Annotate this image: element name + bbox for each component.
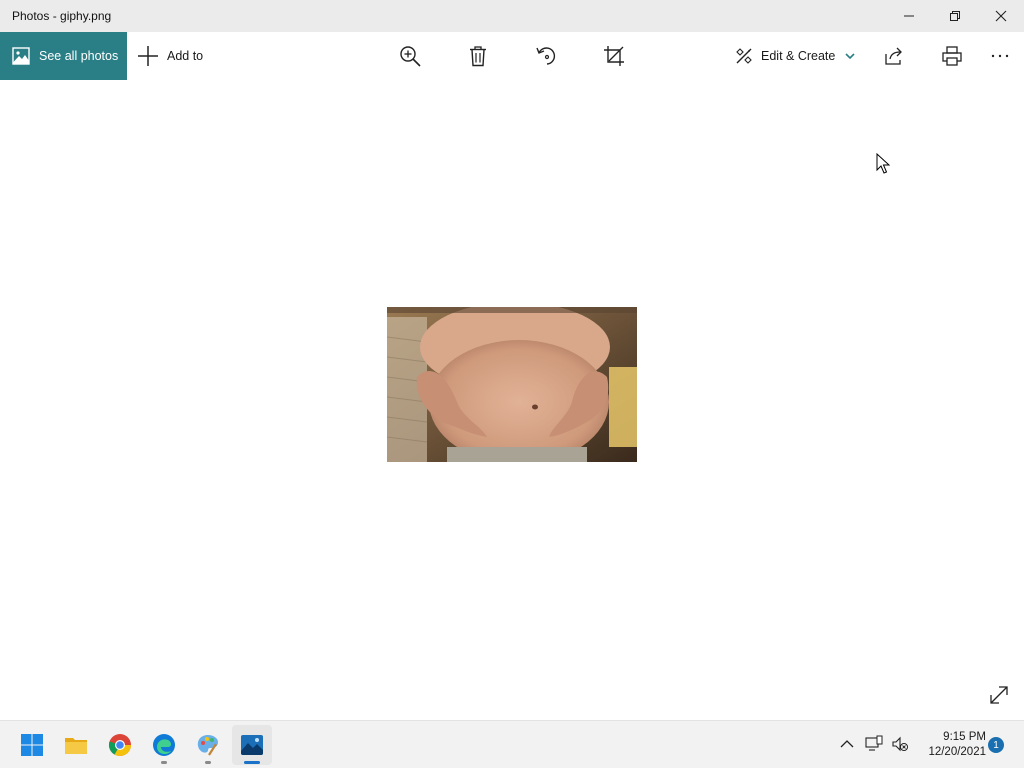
expand-icon[interactable] [988,684,1010,706]
more-options-button[interactable] [988,44,1012,68]
window-title: Photos - giphy.png [12,9,112,23]
edge-icon [153,734,175,756]
edit-create-label: Edit & Create [761,49,836,63]
active-indicator [244,761,260,764]
chrome-icon [108,734,131,756]
delete-button[interactable] [466,44,490,68]
system-clock[interactable]: 9:15 PM 12/20/2021 [918,730,986,760]
print-icon [942,46,962,66]
chevron-up-icon[interactable] [838,735,856,753]
chrome-taskbar-button[interactable] [100,725,140,765]
minimize-button[interactable] [886,0,932,32]
notification-badge[interactable]: 1 [988,737,1004,753]
photo-image [387,307,637,462]
add-to-button[interactable]: Add to [137,32,203,80]
restore-button[interactable] [932,0,978,32]
restore-icon [950,11,960,21]
taskbar: 9:15 PM 12/20/2021 1 [0,720,1024,768]
chevron-down-icon [845,53,855,60]
displayed-photo[interactable] [387,307,637,462]
running-indicator [205,761,211,764]
print-button[interactable] [940,44,964,68]
paint-icon [197,735,218,756]
plus-icon [138,46,158,66]
minimize-icon [904,15,914,17]
paint-taskbar-button[interactable] [188,725,228,765]
edit-create-icon [736,48,752,64]
running-indicator [161,761,167,764]
share-button[interactable] [882,44,906,68]
edit-create-button[interactable]: Edit & Create [735,32,855,80]
rotate-icon [536,47,556,65]
see-all-photos-button[interactable]: See all photos [0,32,127,80]
mouse-cursor-icon [876,153,890,174]
rotate-button[interactable] [534,44,558,68]
see-all-photos-label: See all photos [39,49,119,63]
zoom-in-icon [400,46,421,67]
close-button[interactable] [978,0,1024,32]
folder-icon [65,738,87,754]
file-explorer-taskbar-button[interactable] [56,725,96,765]
photos-icon [241,735,263,755]
share-icon [885,47,902,65]
photos-taskbar-button[interactable] [232,725,272,765]
photos-gallery-icon [12,47,30,65]
edge-taskbar-button[interactable] [144,725,184,765]
image-viewer-canvas[interactable] [0,80,1024,720]
close-icon [995,10,1007,22]
zoom-button[interactable] [398,44,422,68]
more-icon [991,54,1009,58]
title-bar: Photos - giphy.png [0,0,1024,32]
windows-logo-icon [21,734,43,756]
clock-date: 12/20/2021 [928,746,986,758]
start-button[interactable] [12,725,52,765]
network-icon[interactable] [865,735,883,753]
toolbar: See all photos Add to Edit & Create [0,32,1024,80]
add-to-label: Add to [167,49,204,63]
crop-icon [604,46,624,66]
clock-time: 9:15 PM [943,731,986,743]
delete-icon [470,46,486,67]
volume-muted-icon[interactable] [891,735,909,753]
crop-button[interactable] [602,44,626,68]
